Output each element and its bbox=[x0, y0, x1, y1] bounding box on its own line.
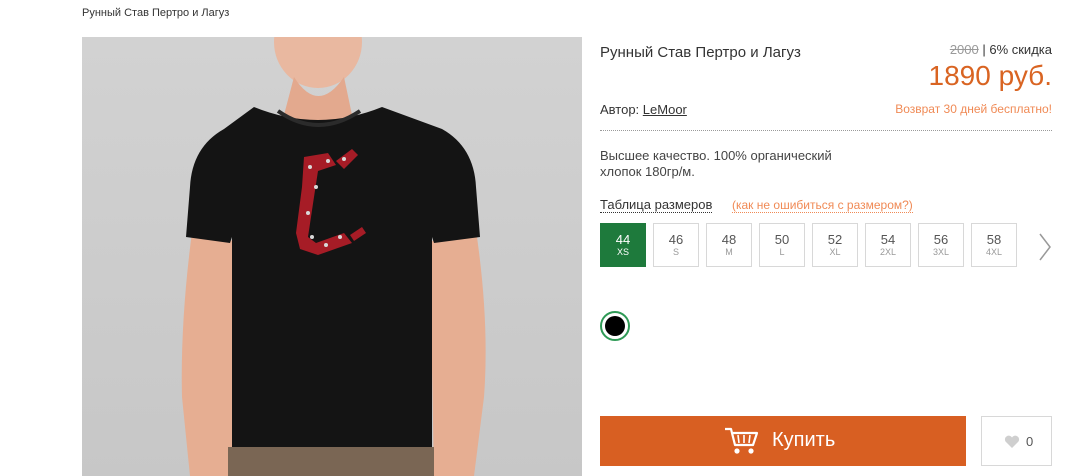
size-label: S bbox=[672, 247, 679, 257]
size-number: 44 bbox=[615, 232, 631, 247]
size-option-44[interactable]: 44 XS bbox=[600, 223, 646, 267]
tshirt-model-illustration bbox=[181, 37, 486, 476]
size-option-48[interactable]: 48 M bbox=[706, 223, 752, 267]
price-current: 1890 руб. bbox=[928, 60, 1052, 91]
like-button[interactable]: 0 bbox=[981, 416, 1052, 466]
breadcrumb[interactable]: Рунный Став Пертро и Лагуз bbox=[82, 7, 229, 19]
product-description: Высшее качество. 100% органический хлопо… bbox=[600, 148, 832, 179]
size-number: 46 bbox=[668, 232, 684, 247]
size-option-46[interactable]: 46 S bbox=[653, 223, 699, 267]
size-label: 2XL bbox=[879, 247, 896, 257]
size-number: 54 bbox=[880, 232, 896, 247]
refund-link[interactable]: Возврат 30 дней бесплатно! bbox=[895, 102, 1052, 116]
size-label: M bbox=[725, 247, 733, 257]
size-number: 58 bbox=[986, 232, 1002, 247]
size-number: 50 bbox=[774, 232, 790, 247]
divider bbox=[600, 130, 1052, 131]
product-info-panel: Рунный Став Пертро и Лагуз 2000 | 6% ски… bbox=[600, 0, 1052, 476]
cart-icon bbox=[725, 427, 759, 454]
author-link[interactable]: LeMoor bbox=[643, 102, 687, 117]
color-option-black[interactable] bbox=[600, 311, 630, 341]
buy-button[interactable]: Купить bbox=[600, 416, 966, 466]
size-number: 52 bbox=[827, 232, 843, 247]
size-number: 48 bbox=[721, 232, 737, 247]
heart-icon bbox=[1004, 435, 1020, 448]
size-number: 56 bbox=[933, 232, 949, 247]
like-count: 0 bbox=[1026, 434, 1034, 449]
product-image[interactable] bbox=[82, 37, 582, 476]
size-label: 4XL bbox=[985, 247, 1002, 257]
price-old-line: 2000 | 6% скидка bbox=[950, 42, 1052, 57]
author-label: Автор: bbox=[600, 102, 640, 117]
product-title: Рунный Став Пертро и Лагуз bbox=[600, 44, 801, 61]
size-label: XS bbox=[616, 247, 629, 257]
size-option-54[interactable]: 54 2XL bbox=[865, 223, 911, 267]
size-label: XL bbox=[829, 247, 841, 257]
size-option-52[interactable]: 52 XL bbox=[812, 223, 858, 267]
size-option-56[interactable]: 56 3XL bbox=[918, 223, 964, 267]
author-line: Автор: LeMoor bbox=[600, 102, 687, 117]
price-old: 2000 bbox=[949, 42, 979, 57]
color-dot bbox=[605, 316, 625, 336]
size-option-58[interactable]: 58 4XL bbox=[971, 223, 1017, 267]
discount-label: | 6% скидка bbox=[982, 42, 1052, 57]
size-table-link[interactable]: Таблица размеров bbox=[600, 198, 713, 213]
chevron-right-icon[interactable] bbox=[1038, 233, 1052, 261]
size-label: 3XL bbox=[932, 247, 949, 257]
buy-button-label: Купить bbox=[772, 429, 836, 451]
size-label: L bbox=[779, 247, 785, 257]
size-help-link[interactable]: (как не ошибиться с размером?) bbox=[732, 199, 913, 213]
size-option-50[interactable]: 50 L bbox=[759, 223, 805, 267]
